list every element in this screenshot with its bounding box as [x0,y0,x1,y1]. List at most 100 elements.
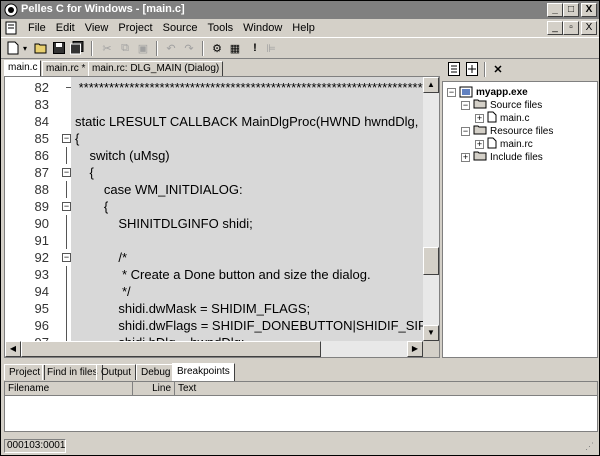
toolbar-separator [156,41,158,56]
line-number: 96 [34,318,49,333]
vertical-scrollbar[interactable]: ▲ ▼ [423,77,439,341]
scroll-down-icon[interactable]: ▼ [423,325,439,341]
open-folder-icon[interactable] [33,40,49,56]
mdi-close-button[interactable]: X [581,21,597,35]
properties-icon[interactable] [446,61,462,77]
tree-root-myapp[interactable]: − myapp.exe [447,85,528,99]
document-icon[interactable] [4,21,18,35]
code-editor[interactable]: 82838485−8687−8889−909192−9394959697 ***… [4,76,440,358]
toolbar-separator [484,62,486,77]
menu-tools[interactable]: Tools [202,21,238,35]
save-all-icon[interactable] [69,40,85,56]
output-tab-find-in-files[interactable]: Find in files [42,364,103,380]
tree-node-label: main.c [500,112,530,124]
toolbar-separator [91,41,93,56]
vertical-scroll-thumb[interactable] [423,247,439,275]
horizontal-scroll-thumb[interactable] [21,341,321,357]
menu-view[interactable]: View [80,21,114,35]
project-toolbar: ✕ [442,59,598,81]
code-line: SHINITDLGINFO shidi; [75,216,253,231]
save-icon[interactable] [51,40,67,56]
fold-toggle-icon[interactable]: − [62,253,71,262]
output-tab-breakpoints[interactable]: Breakpoints [172,363,235,381]
line-number: 83 [34,97,49,112]
fold-toggle-icon[interactable]: − [62,134,71,143]
maximize-button[interactable]: □ [563,3,579,17]
output-tab-project[interactable]: Project [4,364,46,380]
column-header-line[interactable]: Line [133,382,175,396]
mdi-restore-button[interactable]: ▫ [563,21,579,35]
code-line: { [75,165,94,180]
tree-node-label: main.rc [500,138,533,150]
expand-icon[interactable]: + [461,152,470,162]
paste-icon[interactable]: ▣ [135,40,151,56]
title-bar[interactable]: Pelles C for Windows - [main.c] _ □ X [1,1,599,19]
scroll-right-icon[interactable]: ▶ [407,341,423,357]
expand-icon[interactable]: + [475,139,484,149]
new-dropdown-icon[interactable]: ▾ [21,40,29,56]
project-tree[interactable]: − myapp.exe − Source files + main.c − Resourc… [442,81,598,358]
tree-node-main-c[interactable]: + main.c [475,111,529,125]
output-tab-debug[interactable]: Debug [136,364,176,380]
scroll-up-icon[interactable]: ▲ [423,77,439,93]
line-number: 94 [34,284,49,299]
fold-guide [66,232,67,249]
line-number: 85 [34,131,49,146]
line-number: 86 [34,148,49,163]
code-line: case WM_INITDIALOG: [75,182,243,197]
menu-edit[interactable]: Edit [51,21,80,35]
redo-icon[interactable]: ↷ [181,40,197,56]
close-button[interactable]: X [581,3,597,17]
editor-tab-3[interactable]: main.rc: DLG_MAIN (Dialog) [88,61,224,76]
fold-toggle-icon[interactable]: − [62,168,71,177]
menu-project[interactable]: Project [113,21,157,35]
copy-icon[interactable]: ⧉ [117,40,133,56]
line-number: 84 [34,114,49,129]
collapse-icon[interactable]: − [461,100,470,110]
tree-node-include-files[interactable]: + Include files [461,150,543,164]
close-pane-icon[interactable]: ✕ [490,61,506,77]
code-area[interactable]: ****************************************… [71,77,423,341]
mdi-minimize-button[interactable]: _ [547,21,563,35]
menu-window[interactable]: Window [238,21,287,35]
menu-help[interactable]: Help [287,21,320,35]
horizontal-scrollbar[interactable]: ◀ ▶ [5,341,423,357]
tree-node-main-rc[interactable]: + main.rc [475,137,533,151]
tree-node-resource-files[interactable]: − Resource files [461,124,553,138]
compile-icon[interactable]: ⚙ [209,40,225,56]
code-line: { [75,199,109,214]
menu-source[interactable]: Source [158,21,203,35]
menu-file[interactable]: File [23,21,51,35]
execute-icon[interactable]: ! [247,40,263,56]
editor-tab-2[interactable]: main.rc * [42,61,90,76]
undo-icon[interactable]: ↶ [163,40,179,56]
collapse-icon[interactable]: − [447,87,456,97]
expand-icon[interactable]: + [475,113,484,123]
minimize-button[interactable]: _ [547,3,563,17]
column-header-filename[interactable]: Filename [5,382,133,396]
add-file-icon[interactable] [464,61,480,77]
breakpoints-list[interactable]: Filename Line Text [4,381,598,432]
editor-tabs: main.c main.rc * main.rc: DLG_MAIN (Dialog… [4,60,440,77]
scroll-left-icon[interactable]: ◀ [5,341,21,357]
debug-icon[interactable]: ⊫ [263,40,279,56]
line-number: 95 [34,301,49,316]
collapse-icon[interactable]: − [461,126,470,136]
resize-grip-icon[interactable]: ⋰ [585,441,597,453]
column-header-text[interactable]: Text [175,382,597,396]
code-line: * Create a Done button and size the dial… [75,267,371,282]
tree-node-label: Include files [490,151,543,163]
status-bar: 000103:0001 ⋰ [1,437,599,455]
project-root-label: myapp.exe [476,86,528,98]
fold-guide [66,147,67,164]
project-pane: ✕ − myapp.exe − Source files + main.c − Resou… [442,59,598,358]
build-icon[interactable]: ▦ [227,40,243,56]
tree-node-source-files[interactable]: − Source files [461,98,542,112]
editor-tab-1[interactable]: main.c [4,60,42,77]
output-tab-output[interactable]: Output [96,364,137,380]
fold-toggle-icon[interactable]: − [62,202,71,211]
new-file-icon[interactable] [5,40,21,56]
line-number: 82 [34,80,49,95]
line-number: 92 [34,250,49,265]
cut-icon[interactable]: ✂ [99,40,115,56]
